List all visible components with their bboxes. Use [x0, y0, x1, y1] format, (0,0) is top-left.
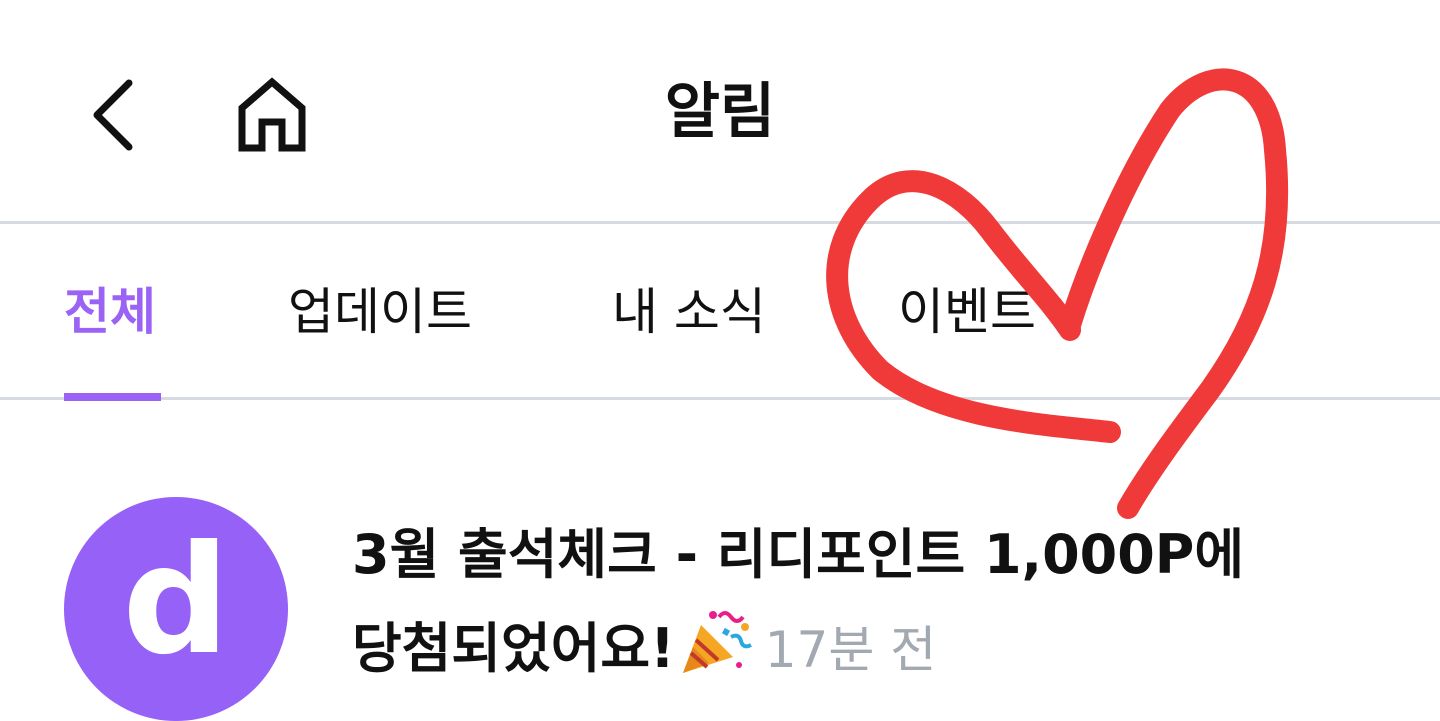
- tab-all[interactable]: 전체: [64, 272, 156, 352]
- tabs-divider: [0, 397, 1440, 400]
- notification-time: 17분 전: [764, 621, 937, 679]
- back-button[interactable]: [78, 70, 148, 160]
- header-divider: [0, 221, 1440, 224]
- avatar: d: [64, 497, 288, 721]
- tab-event[interactable]: 이벤트: [898, 272, 1036, 352]
- notification-text: 3월 출석체크 - 리디포인트 1,000P에 당첨되었어요! 17분 전: [352, 508, 1392, 697]
- avatar-letter: d: [122, 514, 229, 688]
- notification-title-line1: 3월 출석체크 - 리디포인트 1,000P에: [352, 523, 1245, 586]
- notification-title-line2: 당첨되었어요!: [352, 617, 675, 680]
- page-title: 알림: [664, 77, 776, 147]
- party-popper-icon: [682, 611, 752, 673]
- chevron-left-icon: [93, 79, 133, 151]
- tab-update[interactable]: 업데이트: [288, 272, 472, 352]
- notification-title-line2-row: 당첨되었어요! 17분 전: [352, 602, 1392, 697]
- app-header: 알림: [0, 0, 1440, 222]
- home-icon: [238, 77, 306, 152]
- ridi-logo-icon: d: [122, 514, 229, 688]
- notification-item[interactable]: d 3월 출석체크 - 리디포인트 1,000P에 당첨되었어요! 17분 전: [0, 470, 1440, 721]
- active-tab-indicator: [64, 393, 161, 401]
- tab-my-news[interactable]: 내 소식: [612, 272, 766, 352]
- home-button[interactable]: [232, 72, 312, 156]
